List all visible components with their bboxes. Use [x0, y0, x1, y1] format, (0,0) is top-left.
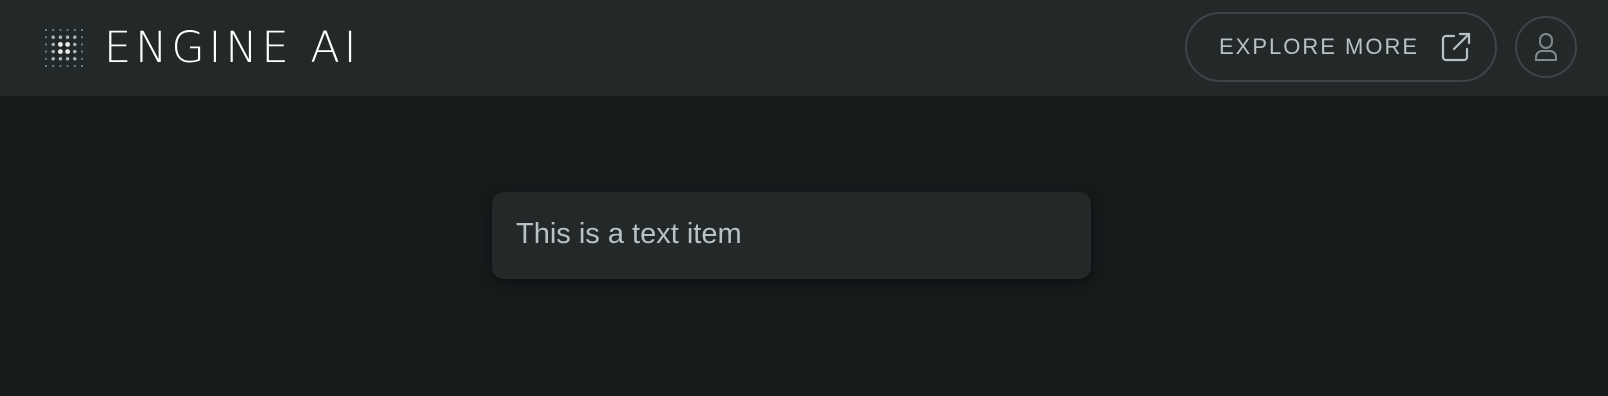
- explore-more-label: EXPLORE MORE: [1219, 34, 1420, 59]
- top-bar: ENGINE AI EXPLORE MORE: [0, 0, 1608, 96]
- external-link-icon: [1439, 30, 1473, 64]
- brand-name: ENGINE AI: [104, 23, 361, 73]
- explore-more-button[interactable]: EXPLORE MORE: [1185, 12, 1497, 82]
- user-account-button[interactable]: [1515, 16, 1577, 78]
- dotted-grid-logo-icon: [44, 28, 84, 68]
- brand-logo[interactable]: ENGINE AI: [42, 26, 360, 70]
- text-item[interactable]: This is a text item: [492, 192, 1091, 279]
- user-icon: [1533, 32, 1559, 62]
